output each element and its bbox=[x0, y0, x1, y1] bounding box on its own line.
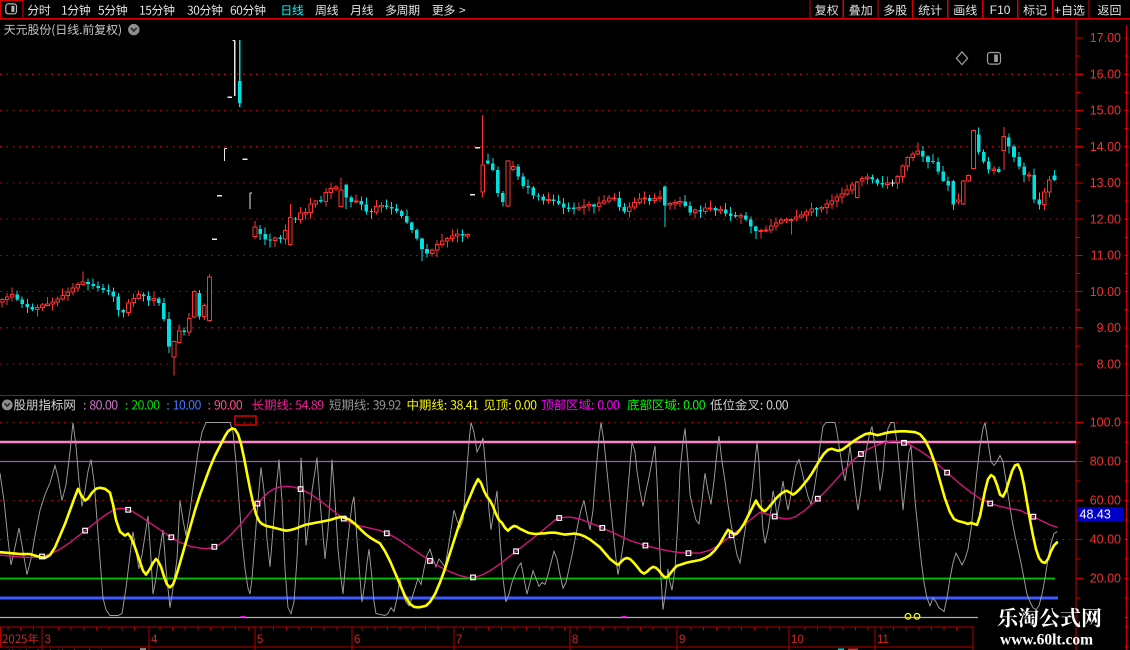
svg-text:12.00: 12.00 bbox=[1090, 212, 1121, 226]
svg-text:20.00: 20.00 bbox=[1090, 572, 1121, 586]
svg-text:10.00: 10.00 bbox=[1090, 285, 1121, 299]
svg-text:60.00: 60.00 bbox=[1090, 494, 1121, 508]
svg-text:4: 4 bbox=[151, 634, 158, 646]
svg-text:F10: F10 bbox=[990, 3, 1011, 17]
svg-text:48.43: 48.43 bbox=[1080, 508, 1111, 522]
svg-text:11.00: 11.00 bbox=[1091, 249, 1121, 263]
svg-text:80.00: 80.00 bbox=[1090, 455, 1121, 469]
svg-text:10: 10 bbox=[791, 634, 804, 646]
svg-text:13.00: 13.00 bbox=[1090, 176, 1121, 190]
svg-text:11: 11 bbox=[877, 634, 889, 646]
svg-text:17.00: 17.00 bbox=[1090, 31, 1121, 45]
svg-text:8.00: 8.00 bbox=[1097, 357, 1121, 371]
svg-text:9.00: 9.00 bbox=[1097, 321, 1121, 335]
svg-text:16.00: 16.00 bbox=[1090, 67, 1121, 81]
svg-text:14.00: 14.00 bbox=[1090, 140, 1121, 154]
svg-text:8: 8 bbox=[572, 634, 578, 646]
svg-text:100.0: 100.0 bbox=[1090, 416, 1121, 430]
svg-text:3: 3 bbox=[45, 634, 51, 646]
svg-text:15.00: 15.00 bbox=[1090, 104, 1121, 118]
svg-text:www.60lt.com: www.60lt.com bbox=[1000, 632, 1093, 649]
svg-text:7: 7 bbox=[456, 634, 462, 646]
svg-text:5: 5 bbox=[257, 634, 263, 646]
svg-text:6: 6 bbox=[354, 634, 360, 646]
svg-text:9: 9 bbox=[679, 634, 685, 646]
svg-text:40.00: 40.00 bbox=[1090, 533, 1121, 547]
